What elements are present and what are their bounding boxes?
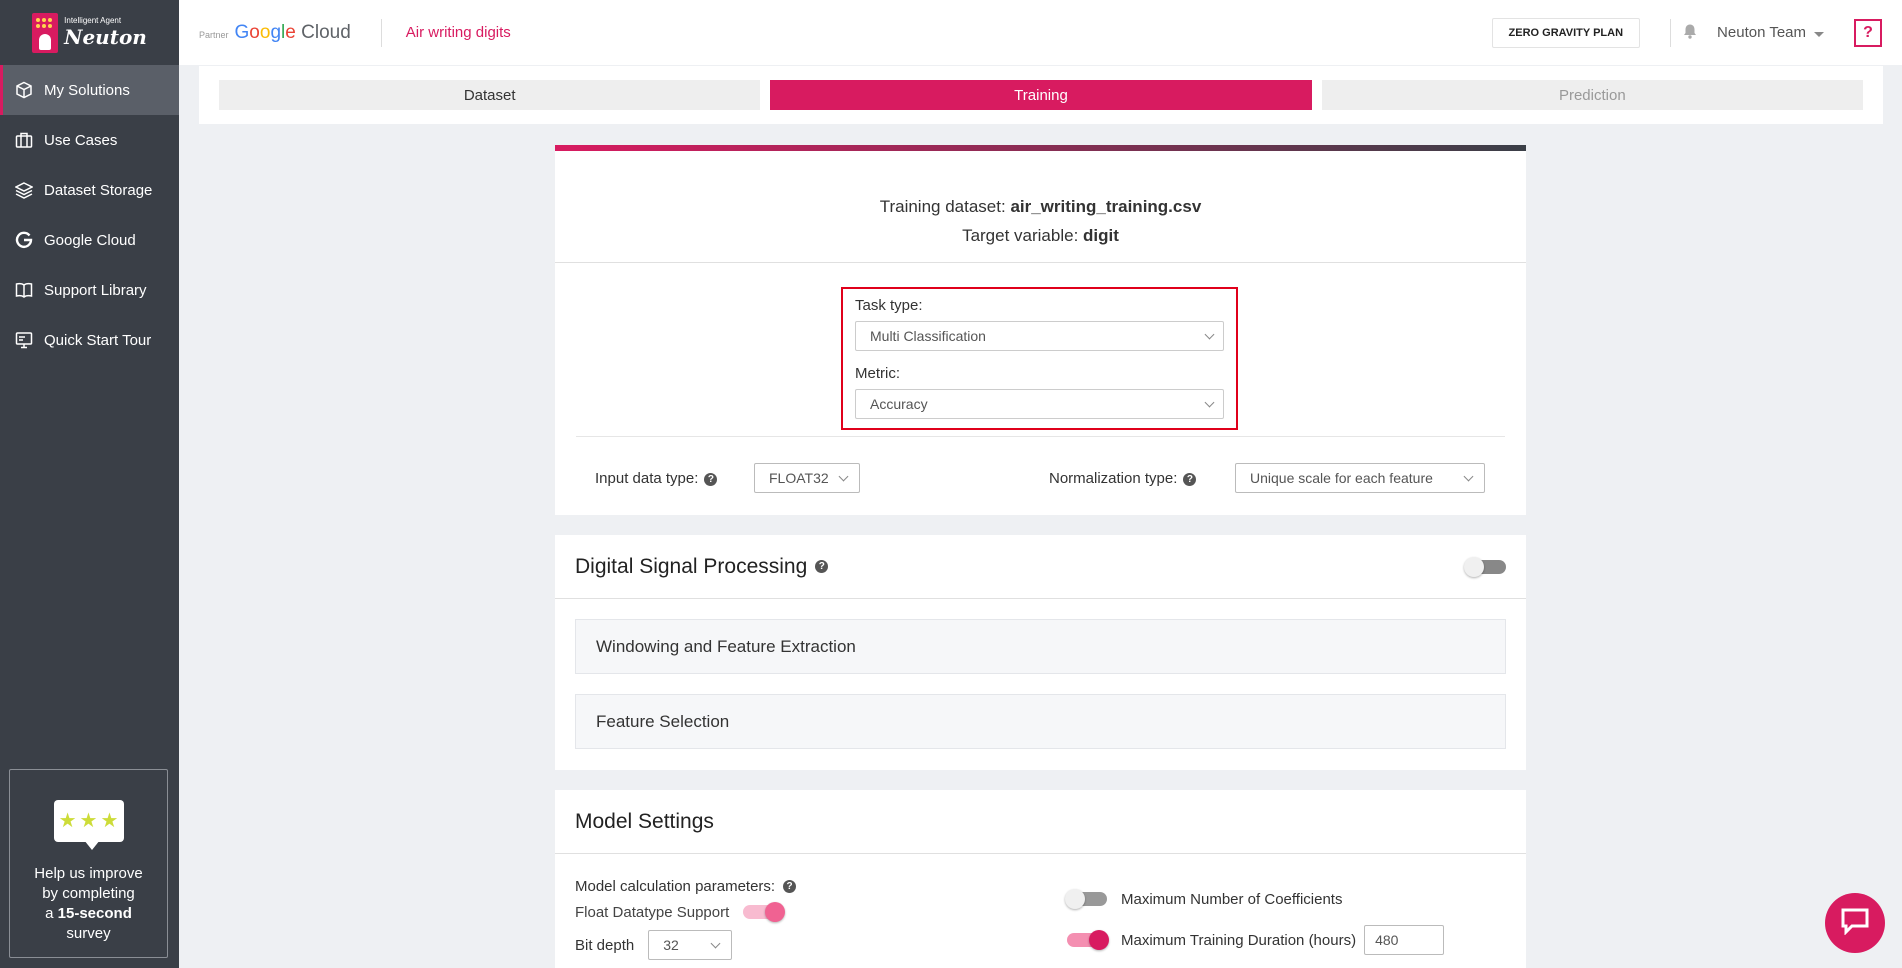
sidebar-item-label: My Solutions	[44, 81, 130, 99]
chevron-down-icon	[1463, 471, 1474, 482]
task-metric-group: Task type: Multi Classification Metric: …	[841, 287, 1238, 430]
chevron-down-icon	[710, 938, 721, 949]
book-icon	[14, 280, 34, 300]
input-data-type-label: Input data type:?	[595, 470, 718, 487]
sidebar-item-use-cases[interactable]: Use Cases	[0, 115, 179, 165]
model-settings-panel: Model Settings Model calculation paramet…	[555, 790, 1526, 968]
team-menu[interactable]: Neuton Team	[1717, 24, 1824, 41]
sidebar-item-support-library[interactable]: Support Library	[0, 265, 179, 315]
max-duration-row: Maximum Training Duration (hours) 480	[1067, 920, 1445, 960]
help-circle-icon[interactable]: ?	[1183, 473, 1197, 486]
chevron-down-icon	[838, 471, 849, 482]
float-support-row: Float Datatype Support	[575, 897, 1025, 927]
logo-tagline: Intelligent Agent	[64, 16, 122, 25]
dsp-toggle[interactable]	[1464, 557, 1506, 577]
partner-badge: Partner Google Cloud	[179, 22, 351, 44]
bell-icon[interactable]	[1683, 24, 1697, 42]
sidebar-item-quick-start-tour[interactable]: Quick Start Tour	[0, 315, 179, 365]
sidebar-item-dataset-storage[interactable]: Dataset Storage	[0, 165, 179, 215]
max-duration-toggle[interactable]	[1067, 930, 1109, 950]
neuton-logo[interactable]: Intelligent Agent Neuton	[0, 0, 179, 65]
model-params-label: Model calculation parameters:?	[575, 875, 1025, 897]
tab-dataset[interactable]: Dataset	[219, 80, 761, 110]
training-dataset-line: Training dataset: air_writing_training.c…	[879, 197, 1202, 216]
dsp-panel: Digital Signal Processing? Windowing and…	[555, 535, 1526, 770]
dsp-header: Digital Signal Processing?	[555, 535, 1526, 599]
input-data-type-select[interactable]: FLOAT32	[754, 463, 860, 493]
tab-prediction: Prediction	[1321, 80, 1863, 110]
sidebar-item-label: Google Cloud	[44, 231, 136, 249]
bit-depth-row: Bit depth 32	[575, 927, 1025, 963]
sidebar-item-label: Quick Start Tour	[44, 331, 152, 349]
metric-label: Metric:	[855, 365, 900, 382]
windowing-section[interactable]: Windowing and Feature Extraction	[575, 619, 1506, 674]
target-variable-line: Target variable: digit	[962, 226, 1119, 245]
training-config-panel: Training dataset: air_writing_training.c…	[555, 145, 1526, 515]
sidebar: Intelligent Agent Neuton My Solutions Us…	[0, 0, 179, 968]
solution-title[interactable]: Air writing digits	[406, 24, 511, 41]
survey-banner[interactable]: ★ ★ ★ Help us improve by completing a 15-s…	[9, 769, 168, 958]
bit-depth-select[interactable]: 32	[648, 930, 733, 960]
chevron-down-icon	[1814, 31, 1824, 37]
bit-depth-label: Bit depth	[575, 936, 635, 954]
normalization-type-label: Normalization type:?	[1049, 470, 1197, 487]
model-settings-header: Model Settings	[555, 790, 1526, 854]
google-g-icon	[14, 230, 34, 250]
chevron-down-icon	[1204, 397, 1215, 408]
sidebar-item-google-cloud[interactable]: Google Cloud	[0, 215, 179, 265]
help-circle-icon[interactable]: ?	[783, 879, 797, 893]
neuton-logo-icon	[32, 12, 59, 53]
metric-select[interactable]: Accuracy	[855, 389, 1224, 419]
survey-line-3: a 15-second	[45, 905, 132, 922]
model-settings-title: Model Settings	[575, 809, 714, 833]
chat-icon	[1840, 907, 1870, 940]
normalization-type-select[interactable]: Unique scale for each feature	[1235, 463, 1485, 493]
max-duration-label: Maximum Training Duration (hours)	[1121, 931, 1357, 949]
logo-name: Neuton	[64, 25, 147, 49]
layers-icon	[14, 180, 34, 200]
team-name: Neuton Team	[1717, 24, 1806, 41]
survey-line-2: by completing	[42, 885, 135, 902]
cube-icon	[14, 80, 34, 100]
sidebar-item-my-solutions[interactable]: My Solutions	[0, 65, 179, 115]
monitor-icon	[14, 330, 34, 350]
float-support-toggle[interactable]	[743, 902, 786, 922]
partner-label: Partner	[199, 29, 229, 40]
sidebar-item-label: Support Library	[44, 281, 147, 299]
max-coeff-toggle[interactable]	[1065, 889, 1107, 909]
tab-training[interactable]: Training	[770, 80, 1312, 110]
survey-line-1: Help us improve	[34, 865, 143, 882]
max-duration-input[interactable]: 480	[1364, 925, 1445, 955]
top-bar: Partner Google Cloud Air writing digits …	[179, 0, 1902, 65]
help-circle-icon[interactable]: ?	[815, 560, 829, 573]
plan-button[interactable]: ZERO GRAVITY PLAN	[1491, 17, 1641, 48]
survey-line-4: survey	[66, 925, 111, 942]
step-tabs: Dataset Training Prediction	[199, 66, 1883, 124]
sidebar-item-label: Use Cases	[44, 131, 118, 149]
help-circle-icon[interactable]: ?	[704, 473, 718, 486]
dataset-summary: Training dataset: air_writing_training.c…	[555, 151, 1526, 263]
max-coeff-row: Maximum Number of Coefficients	[1065, 884, 1444, 914]
task-type-label: Task type:	[855, 297, 923, 314]
sidebar-item-label: Dataset Storage	[44, 181, 153, 199]
max-coeff-label: Maximum Number of Coefficients	[1121, 890, 1343, 908]
rating-bubble-icon: ★ ★ ★	[53, 800, 124, 850]
google-cloud-logo: Google Cloud	[234, 21, 351, 43]
chat-button[interactable]	[1825, 893, 1885, 953]
help-button[interactable]: ?	[1854, 18, 1882, 47]
dsp-title: Digital Signal Processing	[575, 554, 808, 578]
feature-selection-section[interactable]: Feature Selection	[575, 694, 1506, 749]
data-options-row: Input data type:? FLOAT32 Normalization …	[555, 463, 1526, 495]
briefcase-icon	[14, 130, 34, 150]
task-type-select[interactable]: Multi Classification	[855, 321, 1224, 351]
float-support-label: Float Datatype Support	[575, 903, 730, 921]
chevron-down-icon	[1204, 329, 1215, 340]
